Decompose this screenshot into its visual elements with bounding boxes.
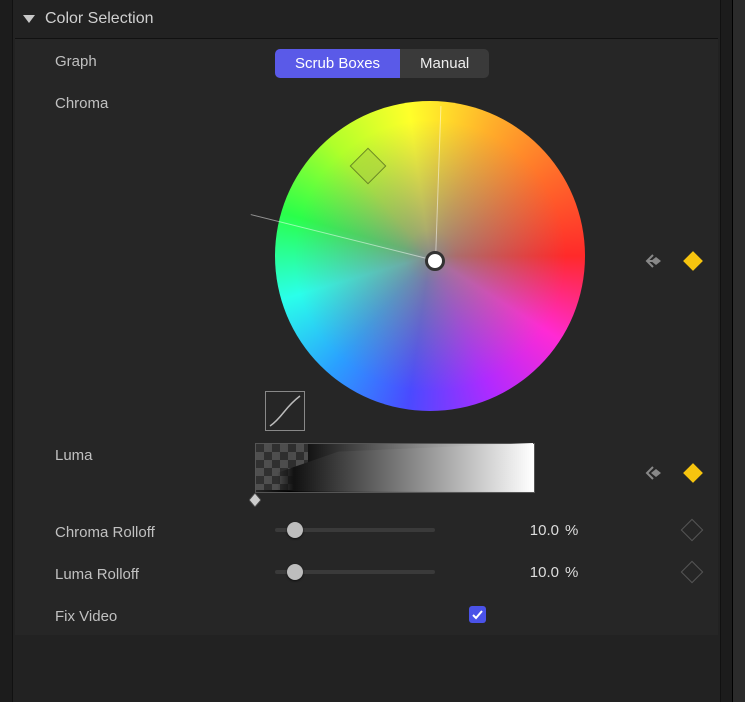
chroma-rolloff-keyframe-button[interactable] [681,519,704,542]
graph-mode-scrub-boxes[interactable]: Scrub Boxes [275,49,400,78]
fix-video-label: Fix Video [15,604,255,625]
checkmark-icon [471,608,484,621]
chroma-keyframe-button[interactable] [683,251,703,271]
chroma-color-wheel[interactable] [265,91,605,431]
luma-rolloff-keyframe-button[interactable] [681,561,704,584]
luma-label: Luma [15,443,255,464]
graph-mode-segmented[interactable]: Scrub Boxes Manual [275,49,489,78]
graph-label: Graph [15,49,255,70]
luma-gradient-control[interactable] [255,443,545,503]
disclosure-triangle-icon[interactable] [23,15,35,23]
luma-reset-button[interactable] [644,465,664,481]
graph-mode-manual[interactable]: Manual [400,49,489,78]
chroma-center-handle[interactable] [425,251,445,271]
chroma-rolloff-slider[interactable] [275,528,435,532]
chroma-curve-button[interactable] [265,391,305,431]
section-header[interactable]: Color Selection [13,0,720,38]
chroma-reset-button[interactable] [644,253,664,269]
luma-range-handle[interactable] [249,493,261,507]
chroma-rolloff-thumb[interactable] [287,522,303,538]
chroma-rolloff-unit: % [559,522,595,539]
chroma-rolloff-label: Chroma Rolloff [15,520,255,541]
section-title: Color Selection [45,10,154,28]
luma-rolloff-slider[interactable] [275,570,435,574]
luma-rolloff-value[interactable]: 10.0 [475,564,559,581]
chroma-label: Chroma [15,91,255,112]
luma-rolloff-thumb[interactable] [287,564,303,580]
luma-keyframe-button[interactable] [683,463,703,483]
chroma-rolloff-value[interactable]: 10.0 [475,522,559,539]
luma-rolloff-label: Luma Rolloff [15,562,255,583]
fix-video-checkbox[interactable] [469,606,486,623]
scrollbar-track[interactable] [732,0,745,702]
luma-rolloff-unit: % [559,564,595,581]
